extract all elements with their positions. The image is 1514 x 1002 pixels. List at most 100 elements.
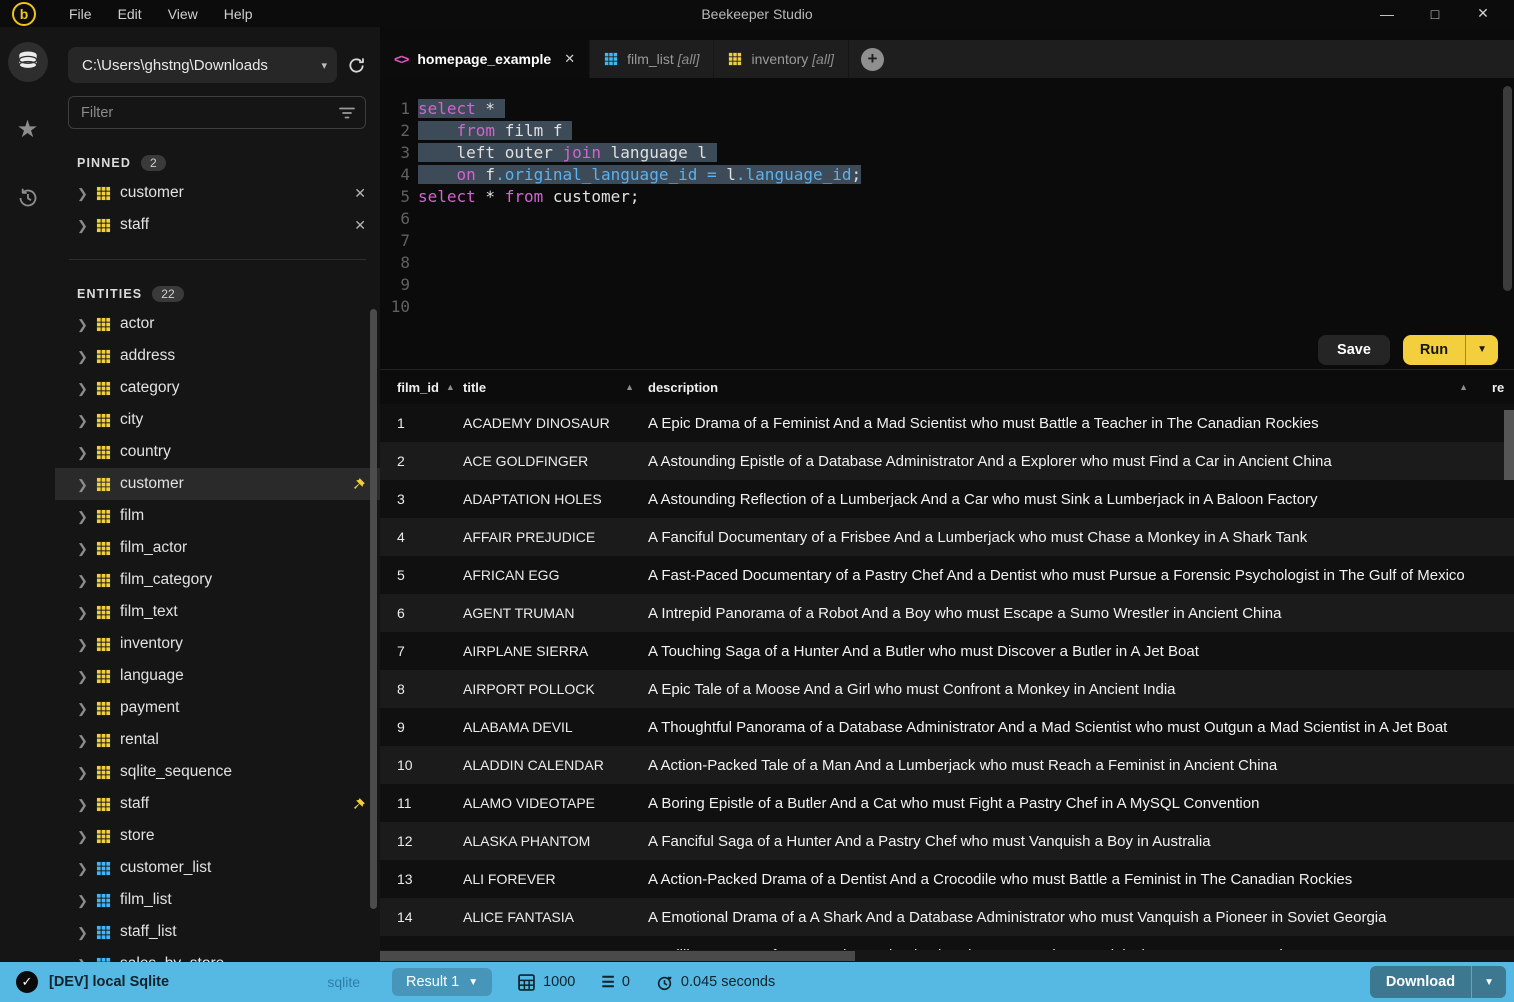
sidebar-item-customer[interactable]: ❯ customer — [55, 468, 380, 500]
sidebar-item-city[interactable]: ❯ city — [55, 404, 380, 436]
sidebar-item-film_text[interactable]: ❯ film_text — [55, 596, 380, 628]
download-options-caret[interactable]: ▼ — [1471, 966, 1506, 998]
database-icon[interactable] — [7, 42, 48, 82]
chevron-right-icon[interactable]: ❯ — [77, 926, 88, 939]
chevron-right-icon[interactable]: ❯ — [77, 542, 88, 555]
sidebar-scrollbar[interactable] — [370, 309, 377, 909]
chevron-right-icon[interactable]: ❯ — [77, 798, 88, 811]
run-options-caret[interactable]: ▼ — [1465, 334, 1498, 365]
table-row[interactable]: 15ALIEN CENTERA Brilliant Drama of a Cat… — [380, 936, 1514, 950]
table-row[interactable]: 13 ALI FOREVER A Action-Packed Drama of a … — [380, 860, 1514, 898]
unpin-close-icon[interactable]: ✕ — [354, 217, 366, 234]
sidebar-item-staff[interactable]: ❯ staff — [55, 788, 380, 820]
column-header-title[interactable]: title ▲ — [463, 380, 648, 395]
chevron-right-icon[interactable]: ❯ — [77, 446, 88, 459]
sidebar-item-rental[interactable]: ❯ rental — [55, 724, 380, 756]
tab-film_list[interactable]: film_list [all] — [590, 40, 715, 78]
table-row[interactable]: 14 ALICE FANTASIA A Emotional Drama of a A… — [380, 898, 1514, 936]
chevron-right-icon[interactable]: ❯ — [77, 638, 88, 651]
menu-help[interactable]: Help — [211, 2, 266, 26]
refresh-icon[interactable] — [347, 56, 366, 75]
sql-editor[interactable]: 1 select * 2 from film f 3 left outer joi… — [380, 78, 1514, 330]
table-row[interactable]: 2 ACE GOLDFINGER A Astounding Epistle of a… — [380, 442, 1514, 480]
sidebar-item-inventory[interactable]: ❯ inventory — [55, 628, 380, 660]
sidebar-item-film_actor[interactable]: ❯ film_actor — [55, 532, 380, 564]
sidebar-item-store[interactable]: ❯ store — [55, 820, 380, 852]
chevron-right-icon[interactable]: ❯ — [77, 734, 88, 747]
chevron-right-icon[interactable]: ❯ — [77, 670, 88, 683]
minimize-button[interactable]: — — [1378, 6, 1396, 22]
pinned-item-staff[interactable]: ❯ staff ✕ — [55, 209, 380, 241]
chevron-right-icon[interactable]: ❯ — [77, 414, 88, 427]
sort-icon[interactable]: ▲ — [1459, 382, 1468, 392]
table-row[interactable]: 9 ALABAMA DEVIL A Thoughtful Panorama of a… — [380, 708, 1514, 746]
menu-file[interactable]: File — [56, 2, 105, 26]
chevron-right-icon[interactable]: ❯ — [77, 187, 88, 200]
chevron-right-icon[interactable]: ❯ — [77, 574, 88, 587]
connection-dropdown[interactable]: C:\Users\ghstng\Downloads ▾ — [68, 47, 337, 83]
tab-inventory[interactable]: inventory [all] — [714, 40, 849, 78]
chevron-right-icon[interactable]: ❯ — [77, 862, 88, 875]
sidebar-item-staff_list[interactable]: ❯ staff_list — [55, 916, 380, 948]
chevron-right-icon[interactable]: ❯ — [77, 606, 88, 619]
sidebar-item-film_category[interactable]: ❯ film_category — [55, 564, 380, 596]
save-button[interactable]: Save — [1318, 334, 1390, 365]
sidebar-item-sales_by_store[interactable]: ❯ sales_by_store — [55, 948, 380, 962]
table-row[interactable]: 12 ALASKA PHANTOM A Fanciful Saga of a Hun… — [380, 822, 1514, 860]
new-tab-button[interactable]: + — [860, 47, 884, 71]
cell-film-id: 8 — [397, 681, 405, 697]
sort-icon[interactable]: ▲ — [625, 382, 634, 392]
chevron-right-icon[interactable]: ❯ — [77, 894, 88, 907]
table-row[interactable]: 1 ACADEMY DINOSAUR A Epic Drama of a Femin… — [380, 404, 1514, 442]
sidebar-item-film_list[interactable]: ❯ film_list — [55, 884, 380, 916]
tab-close-icon[interactable]: ✕ — [564, 51, 575, 67]
editor-scrollbar[interactable] — [1503, 86, 1512, 291]
clock-icon — [657, 975, 672, 990]
close-button[interactable]: ✕ — [1474, 5, 1492, 22]
table-row[interactable]: 3 ADAPTATION HOLES A Astounding Reflection… — [380, 480, 1514, 518]
tab-homepage_example[interactable]: <> homepage_example ✕ — [380, 40, 591, 78]
unpin-close-icon[interactable]: ✕ — [354, 185, 366, 202]
sidebar-item-address[interactable]: ❯ address — [55, 340, 380, 372]
maximize-button[interactable]: □ — [1426, 6, 1444, 22]
table-row[interactable]: 5 AFRICAN EGG A Fast-Paced Documentary of … — [380, 556, 1514, 594]
table-horizontal-scrollbar[interactable] — [380, 951, 855, 961]
sidebar-item-customer_list[interactable]: ❯ customer_list — [55, 852, 380, 884]
chevron-right-icon[interactable]: ❯ — [77, 830, 88, 843]
table-row[interactable]: 10 ALADDIN CALENDAR A Action-Packed Tale o… — [380, 746, 1514, 784]
sidebar-item-payment[interactable]: ❯ payment — [55, 692, 380, 724]
table-row[interactable]: 6 AGENT TRUMAN A Intrepid Panorama of a Ro… — [380, 594, 1514, 632]
chevron-right-icon[interactable]: ❯ — [77, 766, 88, 779]
sidebar-item-sqlite_sequence[interactable]: ❯ sqlite_sequence — [55, 756, 380, 788]
download-button[interactable]: Download — [1370, 966, 1471, 998]
sidebar-item-language[interactable]: ❯ language — [55, 660, 380, 692]
favorites-icon[interactable]: ★ — [8, 110, 48, 150]
sidebar-item-country[interactable]: ❯ country — [55, 436, 380, 468]
chevron-right-icon[interactable]: ❯ — [77, 702, 88, 715]
sidebar-item-actor[interactable]: ❯ actor — [55, 308, 380, 340]
history-icon[interactable] — [8, 178, 48, 218]
table-vertical-scrollbar[interactable] — [1504, 410, 1514, 480]
table-row[interactable]: 11 ALAMO VIDEOTAPE A Boring Epistle of a B… — [380, 784, 1514, 822]
table-row[interactable]: 7 AIRPLANE SIERRA A Touching Saga of a Hun… — [380, 632, 1514, 670]
sidebar-item-film[interactable]: ❯ film — [55, 500, 380, 532]
chevron-right-icon[interactable]: ❯ — [77, 478, 88, 491]
chevron-right-icon[interactable]: ❯ — [77, 510, 88, 523]
menu-edit[interactable]: Edit — [105, 2, 155, 26]
column-header-film-id[interactable]: film_id ▲ — [380, 380, 463, 395]
pinned-item-customer[interactable]: ❯ customer ✕ — [55, 177, 380, 209]
chevron-down-icon: ▼ — [468, 976, 479, 988]
column-header-description[interactable]: description ▲ — [648, 380, 1492, 395]
menu-view[interactable]: View — [155, 2, 211, 26]
chevron-right-icon[interactable]: ❯ — [77, 382, 88, 395]
chevron-right-icon[interactable]: ❯ — [77, 219, 88, 232]
sidebar-item-category[interactable]: ❯ category — [55, 372, 380, 404]
result-selector-button[interactable]: Result 1 ▼ — [392, 968, 493, 996]
table-row[interactable]: 8 AIRPORT POLLOCK A Epic Tale of a Moose A… — [380, 670, 1514, 708]
run-button[interactable]: Run — [1403, 335, 1465, 365]
chevron-right-icon[interactable]: ❯ — [77, 318, 88, 331]
table-row[interactable]: 4 AFFAIR PREJUDICE A Fanciful Documentary … — [380, 518, 1514, 556]
chevron-right-icon[interactable]: ❯ — [77, 958, 88, 963]
chevron-right-icon[interactable]: ❯ — [77, 350, 88, 363]
filter-input[interactable]: Filter — [68, 96, 366, 129]
